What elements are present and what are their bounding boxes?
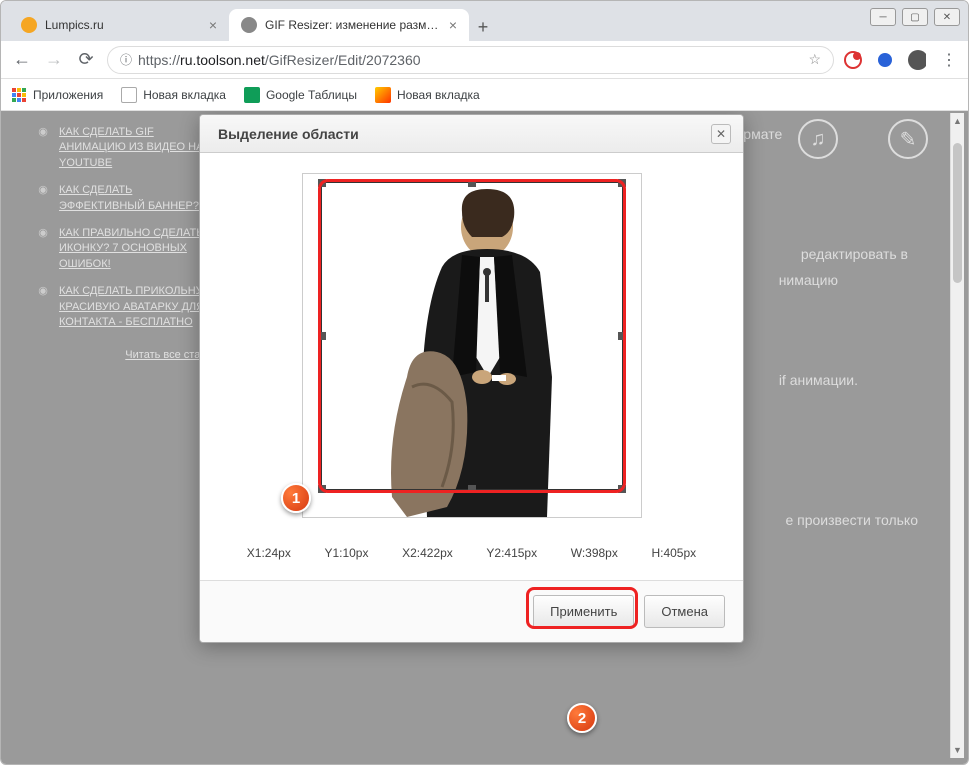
extension-icons: ⋮ <box>844 51 958 69</box>
resize-handle[interactable] <box>618 485 626 493</box>
scrollbar[interactable]: ▲ ▼ <box>950 113 964 758</box>
bookmark-newtab2[interactable]: Новая вкладка <box>375 87 480 103</box>
dialog-footer: Применить Отмена <box>200 580 743 642</box>
tab-gif-resizer[interactable]: GIF Resizer: изменение размера × <box>229 9 469 41</box>
resize-handle[interactable] <box>618 179 626 187</box>
resize-handle[interactable] <box>468 485 476 493</box>
extension-icon[interactable] <box>876 51 894 69</box>
dialog-body: X1:24px Y1:10px X2:422px Y2:415px W:398p… <box>200 153 743 580</box>
bookmark-newtab[interactable]: Новая вкладка <box>121 87 226 103</box>
modal-overlay: Выделение области ✕ <box>1 111 968 764</box>
close-tab-icon[interactable]: × <box>209 17 217 33</box>
info-icon: ⓘ <box>120 51 132 68</box>
bookmark-label: Новая вкладка <box>397 88 480 102</box>
yandex-icon <box>375 87 391 103</box>
apply-button[interactable]: Применить <box>533 595 634 628</box>
dialog-header: Выделение области ✕ <box>200 115 743 153</box>
page-content: ◉ КАК СДЕЛАТЬ GIF АНИМАЦИЮ ИЗ ВИДЕО НА Y… <box>1 111 968 764</box>
bookmark-label: Google Таблицы <box>266 88 357 102</box>
new-tab-button[interactable]: + <box>469 13 497 41</box>
cancel-button[interactable]: Отмена <box>644 595 725 628</box>
resize-handle[interactable] <box>468 179 476 187</box>
tab-title: Lumpics.ru <box>45 18 201 32</box>
crop-canvas[interactable] <box>302 173 642 518</box>
resize-handle[interactable] <box>318 485 326 493</box>
bookmark-label: Приложения <box>33 88 103 102</box>
dialog-close-button[interactable]: ✕ <box>711 124 731 144</box>
favicon-icon <box>241 17 257 33</box>
favicon-icon <box>21 17 37 33</box>
reload-button[interactable]: ⟳ <box>75 49 97 71</box>
coord-x2: X2:422px <box>402 546 453 560</box>
coord-y2: Y2:415px <box>486 546 537 560</box>
sheets-icon <box>244 87 260 103</box>
minimize-button[interactable]: ─ <box>870 8 896 26</box>
forward-button[interactable]: → <box>43 49 65 71</box>
callout-1: 1 <box>281 483 311 513</box>
avatar-icon[interactable] <box>908 51 926 69</box>
scroll-thumb[interactable] <box>953 143 962 283</box>
coord-w: W:398px <box>571 546 618 560</box>
resize-handle[interactable] <box>618 332 626 340</box>
crop-selection[interactable] <box>321 182 623 490</box>
page-icon <box>121 87 137 103</box>
url-text: https://ru.toolson.net/GifResizer/Edit/2… <box>138 52 802 68</box>
scroll-up-icon[interactable]: ▲ <box>951 113 964 129</box>
apps-icon <box>11 87 27 103</box>
extension-icon[interactable] <box>844 51 862 69</box>
tab-strip: Lumpics.ru × GIF Resizer: изменение разм… <box>1 1 968 41</box>
tab-title: GIF Resizer: изменение размера <box>265 18 441 32</box>
bookmarks-bar: Приложения Новая вкладка Google Таблицы … <box>1 79 968 111</box>
close-tab-icon[interactable]: × <box>449 17 457 33</box>
close-window-button[interactable]: ✕ <box>934 8 960 26</box>
coord-x1: X1:24px <box>247 546 291 560</box>
back-button[interactable]: ← <box>11 49 33 71</box>
window-controls: ─ ▢ ✕ <box>870 8 960 26</box>
coord-h: H:405px <box>651 546 696 560</box>
bookmark-label: Новая вкладка <box>143 88 226 102</box>
crop-dialog: Выделение области ✕ <box>199 114 744 643</box>
bookmark-apps[interactable]: Приложения <box>11 87 103 103</box>
resize-handle[interactable] <box>318 332 326 340</box>
url-input[interactable]: ⓘ https://ru.toolson.net/GifResizer/Edit… <box>107 46 834 74</box>
maximize-button[interactable]: ▢ <box>902 8 928 26</box>
dialog-title: Выделение области <box>218 126 359 142</box>
bookmark-star-icon[interactable]: ☆ <box>808 51 821 68</box>
coords-row: X1:24px Y1:10px X2:422px Y2:415px W:398p… <box>220 546 723 560</box>
bookmark-sheets[interactable]: Google Таблицы <box>244 87 357 103</box>
menu-icon[interactable]: ⋮ <box>940 51 958 69</box>
coord-y1: Y1:10px <box>324 546 368 560</box>
tab-lumpics[interactable]: Lumpics.ru × <box>9 9 229 41</box>
scroll-down-icon[interactable]: ▼ <box>951 742 964 758</box>
resize-handle[interactable] <box>318 179 326 187</box>
callout-2: 2 <box>567 703 597 733</box>
address-bar: ← → ⟳ ⓘ https://ru.toolson.net/GifResize… <box>1 41 968 79</box>
